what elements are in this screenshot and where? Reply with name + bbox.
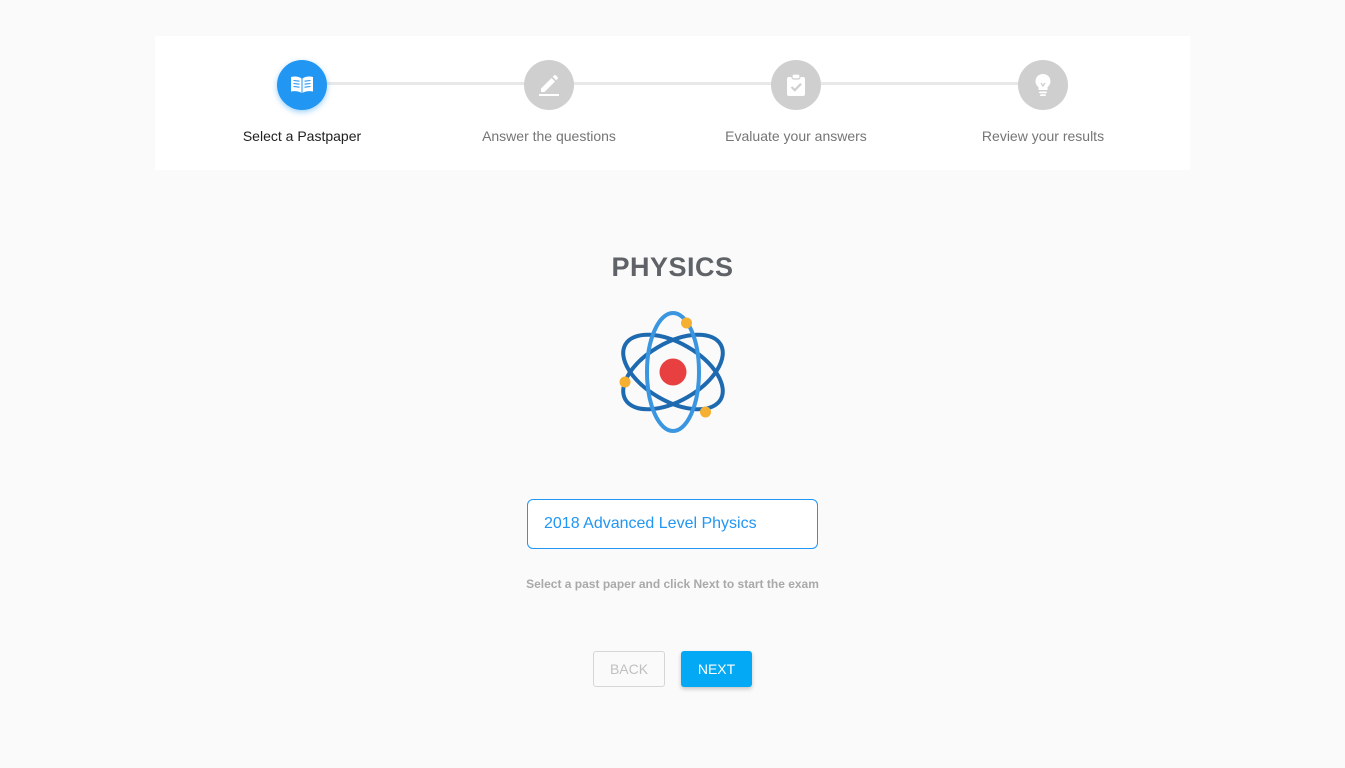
atom-icon bbox=[619, 311, 725, 433]
step-label: Answer the questions bbox=[482, 128, 616, 144]
step-answer-questions[interactable]: Answer the questions bbox=[439, 60, 659, 144]
pastpaper-select[interactable]: 2018 Advanced Level Physics bbox=[527, 499, 818, 549]
step-circle bbox=[524, 60, 574, 110]
step-review-results[interactable]: Review your results bbox=[933, 60, 1153, 144]
step-circle-active bbox=[277, 60, 327, 110]
book-open-icon bbox=[291, 76, 313, 93]
step-label: Select a Pastpaper bbox=[242, 128, 362, 144]
step-evaluate-answers[interactable]: Evaluate your answers bbox=[686, 60, 906, 144]
step-circle bbox=[1018, 60, 1068, 110]
stepper: Select a Pastpaper Answer the questions … bbox=[155, 36, 1190, 170]
subject-title: PHYSICS bbox=[611, 252, 734, 282]
pencil-icon bbox=[539, 75, 559, 96]
atom-illustration bbox=[612, 310, 734, 434]
next-button[interactable]: NEXT bbox=[681, 651, 752, 687]
helper-text: Select a past paper and click Next to st… bbox=[526, 577, 819, 591]
step-select-pastpaper[interactable]: Select a Pastpaper bbox=[192, 60, 412, 144]
back-button[interactable]: BACK bbox=[593, 651, 665, 687]
lightbulb-icon bbox=[1035, 74, 1051, 96]
step-label: Evaluate your answers bbox=[725, 128, 867, 144]
step-circle bbox=[771, 60, 821, 110]
clipboard-check-icon bbox=[787, 73, 805, 96]
step-label: Review your results bbox=[981, 128, 1105, 144]
